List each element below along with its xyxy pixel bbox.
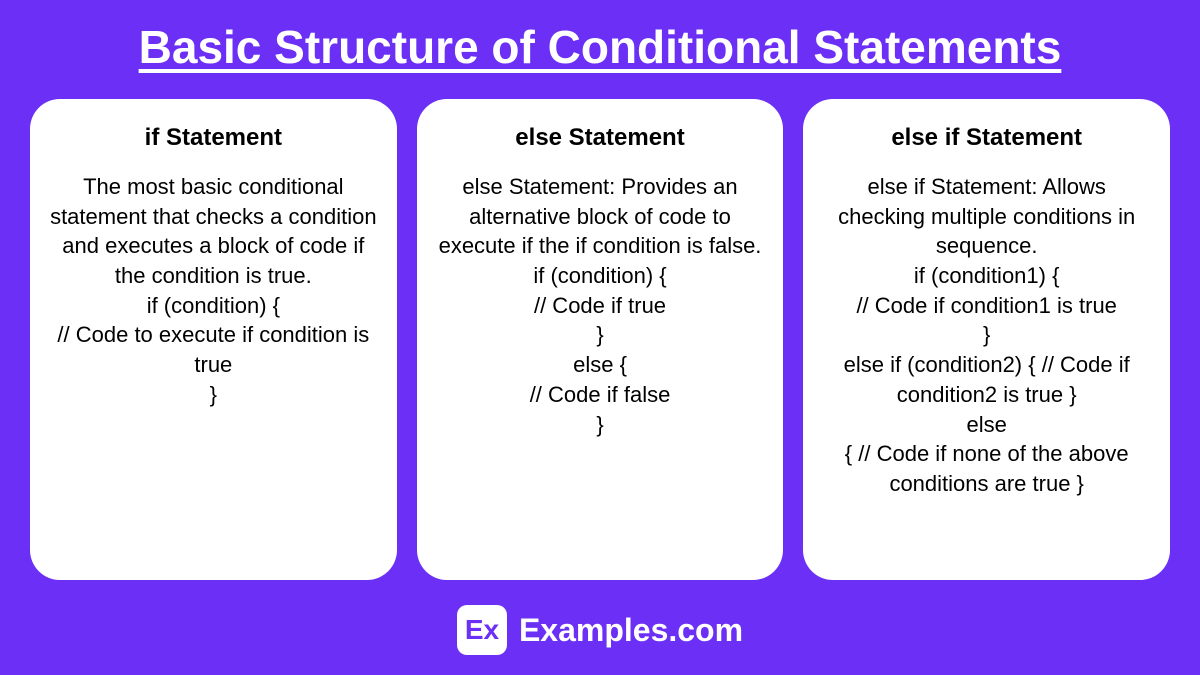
card-title: else Statement xyxy=(515,124,684,152)
card-body: else if Statement: Allows checking multi… xyxy=(823,172,1150,499)
footer-logo-icon: Ex xyxy=(457,605,507,655)
page-title: Basic Structure of Conditional Statement… xyxy=(30,20,1170,74)
card-body: else Statement: Provides an alternative … xyxy=(437,172,764,439)
card-if-statement: if Statement The most basic conditional … xyxy=(30,99,397,580)
cards-container: if Statement The most basic conditional … xyxy=(30,99,1170,580)
card-title: else if Statement xyxy=(891,124,1082,152)
footer-text: Examples.com xyxy=(519,612,743,649)
card-body: The most basic conditional statement tha… xyxy=(50,172,377,410)
card-else-if-statement: else if Statement else if Statement: All… xyxy=(803,99,1170,580)
footer: Ex Examples.com xyxy=(30,605,1170,655)
card-else-statement: else Statement else Statement: Provides … xyxy=(417,99,784,580)
card-title: if Statement xyxy=(145,124,282,152)
